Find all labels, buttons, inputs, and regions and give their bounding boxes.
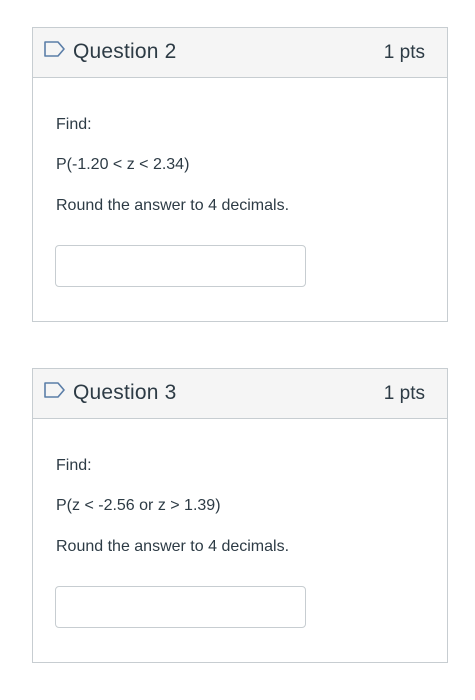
answer-input[interactable] — [55, 586, 306, 628]
question-header: Question 2 1 pts — [33, 28, 447, 78]
question-expression: P(z < -2.56 or z > 1.39) — [56, 497, 221, 514]
question-title: Question 2 — [73, 40, 177, 63]
question-prompt: Find: — [56, 457, 92, 474]
flag-icon[interactable] — [43, 40, 67, 58]
question-points: 1 pts — [383, 383, 425, 404]
question-title: Question 3 — [73, 381, 177, 404]
flag-icon[interactable] — [43, 381, 67, 399]
question-expression: P(-1.20 < z < 2.34) — [56, 156, 190, 173]
question-header: Question 3 1 pts — [33, 369, 447, 419]
answer-input[interactable] — [55, 245, 306, 287]
question-points: 1 pts — [383, 42, 425, 63]
question-card-3: Question 3 1 pts Find: P(z < -2.56 or z … — [32, 368, 448, 663]
question-instruction: Round the answer to 4 decimals. — [56, 197, 290, 214]
question-instruction: Round the answer to 4 decimals. — [56, 538, 290, 555]
question-card-2: Question 2 1 pts Find: P(-1.20 < z < 2.3… — [32, 27, 448, 322]
question-prompt: Find: — [56, 116, 92, 133]
